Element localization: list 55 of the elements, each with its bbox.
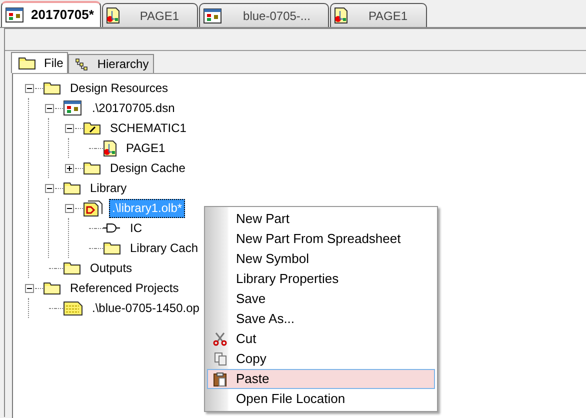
panel-tab[interactable]: Hierarchy xyxy=(68,54,154,73)
tree-item[interactable]: IC xyxy=(127,218,145,238)
menu-item[interactable]: Save xyxy=(207,289,435,309)
collapse-button[interactable] xyxy=(44,184,54,192)
collapse-button[interactable] xyxy=(44,104,54,112)
tree-item[interactable]: Referenced Projects xyxy=(67,278,182,298)
folder-icon xyxy=(103,241,121,255)
copy-icon xyxy=(214,352,226,366)
tree-item[interactable]: Library Cach xyxy=(127,238,202,258)
tree-item[interactable]: PAGE1 xyxy=(123,138,168,158)
tree-item[interactable]: Outputs xyxy=(87,258,136,278)
tree-item[interactable]: SCHEMATIC1 xyxy=(107,118,190,138)
menu-item[interactable]: Save As... xyxy=(207,309,435,329)
document-tab[interactable]: blue-0705-... xyxy=(199,3,330,27)
folder-icon xyxy=(43,281,61,295)
folder-icon xyxy=(83,121,101,135)
expand-button[interactable] xyxy=(64,164,74,172)
tree-item[interactable]: Library xyxy=(87,178,130,198)
clipboard-icon xyxy=(213,372,227,386)
page-icon xyxy=(334,7,348,24)
document-tab[interactable]: PAGE1 xyxy=(330,3,427,27)
folder-icon xyxy=(83,161,101,175)
menu-item[interactable]: Library Properties xyxy=(207,269,435,289)
gate-icon xyxy=(103,223,121,233)
page-icon xyxy=(103,140,117,156)
document-tab[interactable]: PAGE1 xyxy=(102,3,198,27)
tree-item[interactable]: .\blue-0705-1450.op xyxy=(89,298,202,318)
menu-item[interactable]: Open File Location xyxy=(207,389,435,409)
collapse-button[interactable] xyxy=(24,84,34,92)
page-icon xyxy=(106,7,120,24)
collapse-button[interactable] xyxy=(64,124,74,132)
tree-item[interactable]: .\20170705.dsn xyxy=(89,98,178,118)
folder-icon xyxy=(18,56,36,70)
folder-icon xyxy=(63,261,81,275)
menu-item[interactable]: New Part From Spreadsheet xyxy=(207,229,435,249)
hierarchy-icon xyxy=(75,58,90,70)
project-icon xyxy=(63,300,83,316)
schematic-document-icon xyxy=(63,100,83,116)
schematic-document-icon xyxy=(5,7,25,23)
tree-item[interactable]: Design Cache xyxy=(107,158,188,178)
tree-item[interactable]: Design Resources xyxy=(67,78,172,98)
menu-item[interactable]: Cut xyxy=(207,329,435,349)
collapse-button[interactable] xyxy=(24,284,34,292)
library-icon xyxy=(83,200,103,216)
menu-item[interactable]: New Part xyxy=(207,209,435,229)
scissors-icon xyxy=(213,332,227,346)
schematic-document-icon xyxy=(203,8,224,24)
collapse-button[interactable] xyxy=(64,204,74,212)
menu-item[interactable]: Paste xyxy=(207,369,435,389)
document-tab[interactable]: 20170705* xyxy=(1,1,101,27)
folder-icon xyxy=(43,81,61,95)
panel-tab[interactable]: File xyxy=(11,52,68,73)
folder-icon xyxy=(63,181,81,195)
menu-item[interactable]: New Symbol xyxy=(207,249,435,269)
menu-item[interactable]: Copy xyxy=(207,349,435,369)
